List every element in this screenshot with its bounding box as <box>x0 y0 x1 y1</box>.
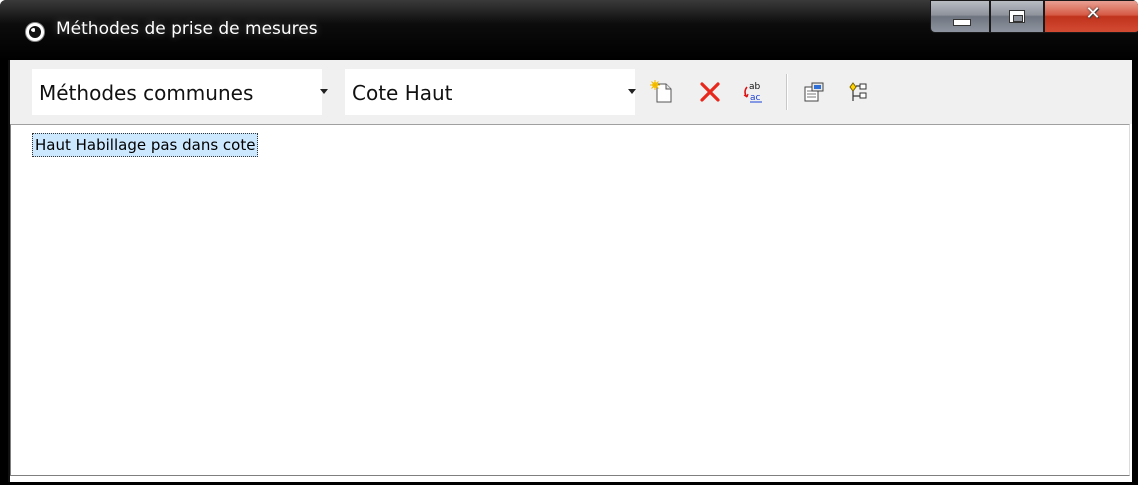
method-dropdown[interactable]: Cote Haut <box>345 69 636 115</box>
chevron-down-icon[interactable] <box>320 89 328 94</box>
list-item[interactable]: Haut Habillage pas dans cote <box>32 133 259 157</box>
app-window: Méthodes de prise de mesures ✕ Méthodes … <box>0 0 1138 485</box>
toolbar-separator <box>786 74 788 110</box>
method-list[interactable] <box>10 124 1130 476</box>
app-icon[interactable] <box>25 22 45 42</box>
title-bar[interactable]: Méthodes de prise de mesures ✕ <box>0 0 1138 60</box>
category-dropdown-value: Méthodes communes <box>39 81 254 105</box>
method-dropdown-value: Cote Haut <box>352 81 453 105</box>
category-dropdown[interactable]: Méthodes communes <box>32 69 328 115</box>
delete-icon[interactable] <box>698 80 722 104</box>
maximize-icon <box>1009 10 1025 23</box>
caption-buttons: ✕ <box>930 0 1138 34</box>
new-document-icon[interactable] <box>650 80 674 104</box>
close-icon: ✕ <box>1085 3 1101 24</box>
maximize-button[interactable] <box>990 0 1044 33</box>
minimize-icon <box>953 19 971 26</box>
minimize-button[interactable] <box>930 0 990 33</box>
client-area: Méthodes communes Cote Haut ab ac Haut H… <box>8 60 1132 482</box>
rename-icon[interactable]: ab ac <box>738 80 768 104</box>
chevron-down-icon[interactable] <box>628 89 636 94</box>
svg-text:ab: ab <box>749 82 761 92</box>
close-button[interactable]: ✕ <box>1044 0 1138 33</box>
toolbar: Méthodes communes Cote Haut ab ac <box>10 60 1132 124</box>
window-title: Méthodes de prise de mesures <box>56 19 318 39</box>
sort-icon[interactable] <box>846 80 870 104</box>
properties-icon[interactable] <box>802 80 826 104</box>
app-icon-center <box>31 28 37 32</box>
